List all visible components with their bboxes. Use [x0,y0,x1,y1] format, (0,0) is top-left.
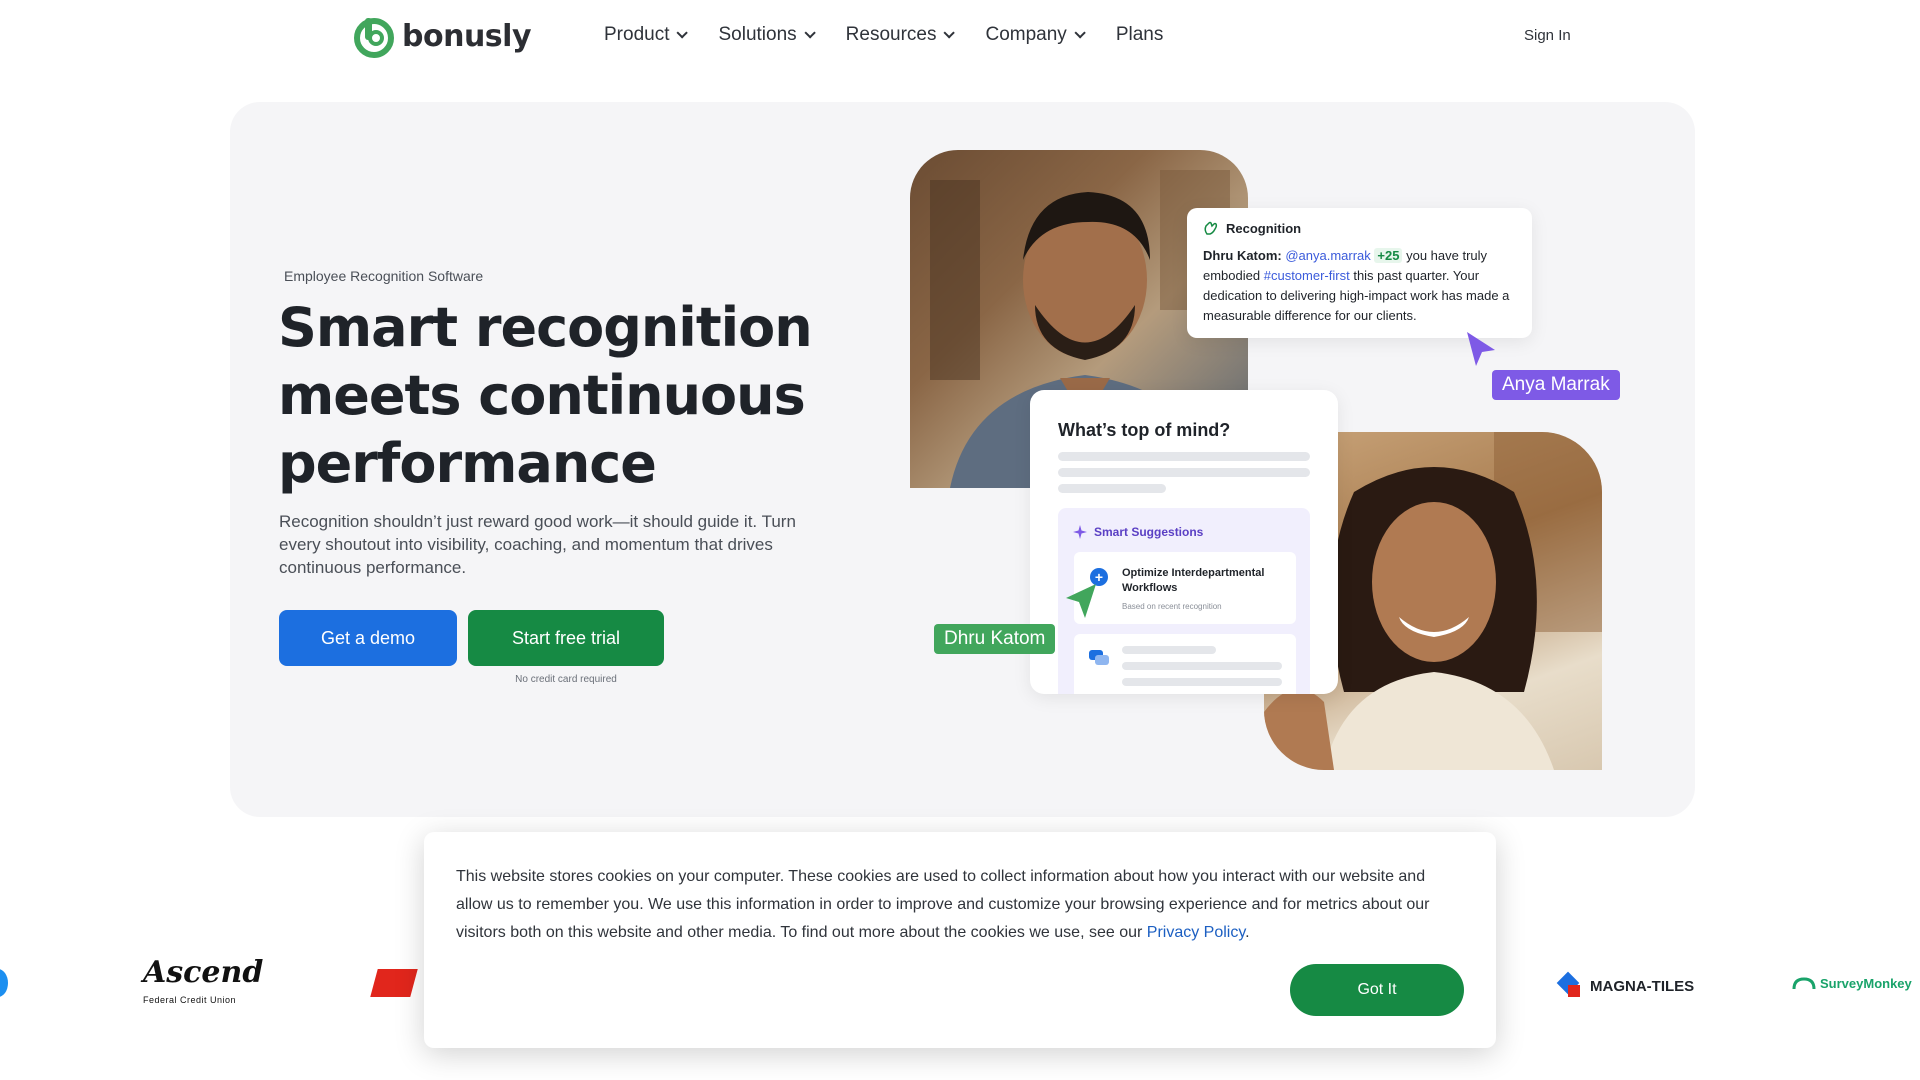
suggestion-title: Optimize Interdepartmental Workflows [1122,567,1265,594]
smart-suggestions-title: Smart Suggestions [1094,525,1204,539]
recognition-card-header: Recognition [1203,220,1516,236]
bonusly-logo-icon [354,18,394,58]
nav-company[interactable]: Company [985,24,1086,46]
nav-product-label: Product [604,24,670,45]
ascend-logo-text: Ascend [143,955,264,990]
chevron-down-icon [943,27,956,39]
chat-bubble-icon [1089,650,1109,665]
magna-tiles-mark-icon [1556,971,1580,997]
no-credit-card-note: No credit card required [515,674,617,685]
dhru-name-tag: Dhru Katom [934,624,1056,654]
hero-headline: Smart recognition meets continuous perfo… [278,296,813,495]
cookie-banner: This website stores cookies on your comp… [424,832,1496,1048]
anya-name-tag: Anya Marrak [1492,370,1620,400]
recognition-hashtag: #customer-first [1263,268,1350,283]
hero-subcopy: Recognition shouldn’t just reward good w… [279,512,796,577]
chevron-down-icon [804,27,816,39]
nav-plans-label: Plans [1115,24,1164,45]
placeholder-line [1058,468,1310,477]
recognition-message: Dhru Katom: @anya.marrak +25 you have tr… [1203,246,1516,326]
ascend-logo: Ascend Federal Credit Union [143,955,264,1005]
ascend-logo-subtext: Federal Credit Union [143,995,237,1005]
partial-logo [0,969,8,997]
top-of-mind-card: What’s top of mind? Smart Suggestions + … [1030,390,1338,694]
suggestion-note: Based on recent recognition [1122,602,1222,611]
sign-in-link[interactable]: Sign In [1524,27,1571,44]
logo-wordmark: bonusly [402,18,532,54]
surveymonkey-logo: SurveyMonkey [1792,975,1912,991]
nav-plans[interactable]: Plans [1116,24,1164,46]
clap-hands-icon [1204,221,1218,235]
smart-suggestions-header: Smart Suggestions [1072,524,1203,540]
get-demo-button[interactable]: Get a demo [279,610,457,666]
cursor-arrow-icon [1467,332,1495,366]
top-of-mind-title: What’s top of mind? [1058,420,1231,440]
site-header: bonusly Product Solutions Resources Comp… [0,0,1920,72]
suggestion-item[interactable]: + Optimize Interdepartmental Workflows B… [1074,552,1296,624]
sparkle-icon [1073,525,1087,539]
recognition-author: Dhru Katom: [1203,248,1282,263]
recognition-points-badge: +25 [1374,248,1403,263]
magna-tiles-logo-text: MAGNA-TILES [1590,977,1695,995]
nav-solutions[interactable]: Solutions [718,24,816,46]
cookie-text: This website stores cookies on your comp… [456,868,1430,941]
nav-solutions-label: Solutions [718,24,797,45]
placeholder-line [1058,484,1166,493]
cursor-arrow-icon [1066,584,1096,618]
nav-resources[interactable]: Resources [845,24,956,46]
chevron-down-icon [676,27,689,39]
swiss-cross-logo [370,969,418,997]
privacy-policy-link[interactable]: Privacy Policy [1147,924,1245,941]
recognition-card-title: Recognition [1226,220,1302,236]
cookie-message: This website stores cookies on your comp… [456,868,1430,941]
hero-eyebrow: Employee Recognition Software [284,268,484,284]
surveymonkey-logo-text: SurveyMonkey [1820,975,1912,991]
placeholder-line [1122,678,1282,686]
recognition-mention: @anya.marrak [1285,248,1371,263]
placeholder-line [1122,646,1216,654]
recognition-card: Recognition Dhru Katom: @anya.marrak +25… [1187,208,1532,338]
bonusly-logo[interactable]: bonusly [352,14,532,58]
got-it-button[interactable]: Got It [1290,964,1464,1016]
nav-resources-label: Resources [845,24,937,45]
placeholder-line [1122,662,1282,670]
nav-company-label: Company [985,24,1067,45]
suggestion-item-placeholder [1074,634,1296,694]
hero-section: Employee Recognition Software Smart reco… [230,102,1695,817]
nav-product[interactable]: Product [604,24,689,46]
magna-tiles-logo: MAGNA-TILES [1556,971,1694,1001]
placeholder-line [1058,452,1310,461]
chevron-down-icon [1074,27,1086,39]
surveymonkey-mark-icon [1792,977,1816,990]
start-trial-button[interactable]: Start free trial [468,610,664,666]
main-nav: Product Solutions Resources Company Plan… [604,24,1163,46]
